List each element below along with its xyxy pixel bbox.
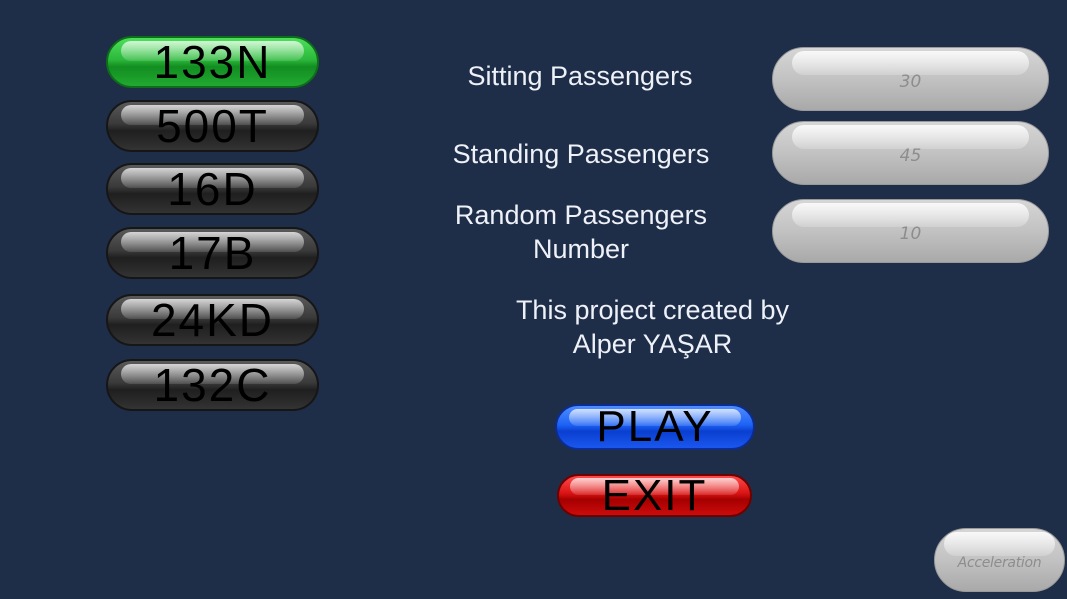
route-button-133n[interactable]: 133N [106, 36, 319, 88]
standing-passengers-input[interactable] [773, 122, 1048, 184]
exit-button[interactable]: EXIT [557, 474, 752, 517]
route-button-label: 17B [168, 227, 257, 279]
random-passengers-label-line1: Random Passengers [454, 200, 708, 230]
route-button-label: 132C [153, 359, 272, 411]
play-button[interactable]: PLAY [555, 404, 755, 450]
route-button-17b[interactable]: 17B [106, 227, 319, 279]
random-passengers-label-line2: Number [532, 234, 630, 264]
route-button-label: 133N [153, 36, 272, 88]
credits-text: This project created by Alper YAŞAR [480, 293, 825, 361]
random-passengers-field[interactable] [772, 199, 1049, 263]
standing-passengers-field[interactable] [772, 121, 1049, 185]
exit-button-label: EXIT [601, 474, 708, 517]
acceleration-input[interactable] [935, 529, 1064, 591]
route-button-500t[interactable]: 500T [106, 100, 319, 152]
route-button-16d[interactable]: 16D [106, 163, 319, 215]
route-button-label: 16D [167, 163, 258, 215]
credits-author: Alper YAŞAR [572, 329, 733, 359]
sitting-passengers-input[interactable] [773, 48, 1048, 110]
credits-line1: This project created by [515, 295, 790, 325]
sitting-passengers-field[interactable] [772, 47, 1049, 111]
main-menu-screen: 133N 500T 16D 17B 24KD 132C Sitting Pass… [0, 0, 1067, 599]
route-button-24kd[interactable]: 24KD [106, 294, 319, 346]
route-button-label: 500T [156, 100, 269, 152]
route-button-label: 24KD [150, 294, 275, 346]
play-button-label: PLAY [596, 404, 714, 450]
route-button-132c[interactable]: 132C [106, 359, 319, 411]
random-passengers-input[interactable] [773, 200, 1048, 262]
sitting-passengers-label: Sitting Passengers [467, 61, 693, 91]
standing-passengers-label: Standing Passengers [452, 139, 710, 169]
acceleration-field[interactable] [934, 528, 1065, 592]
random-passengers-label: Random Passengers Number [430, 198, 732, 266]
